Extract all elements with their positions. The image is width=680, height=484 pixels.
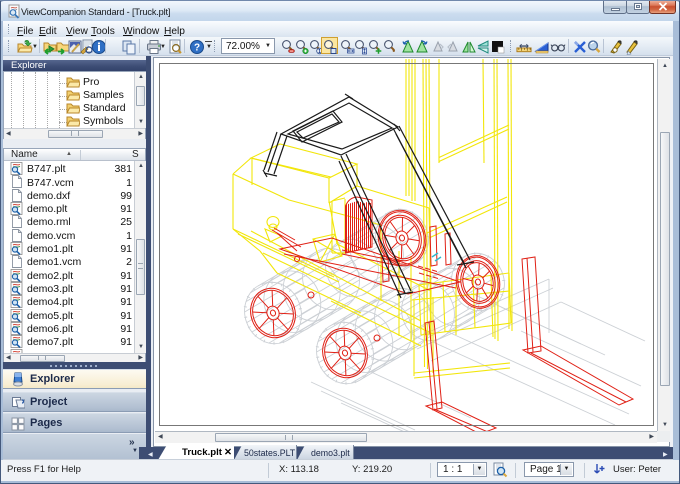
svg-text:?: ?	[194, 43, 200, 54]
